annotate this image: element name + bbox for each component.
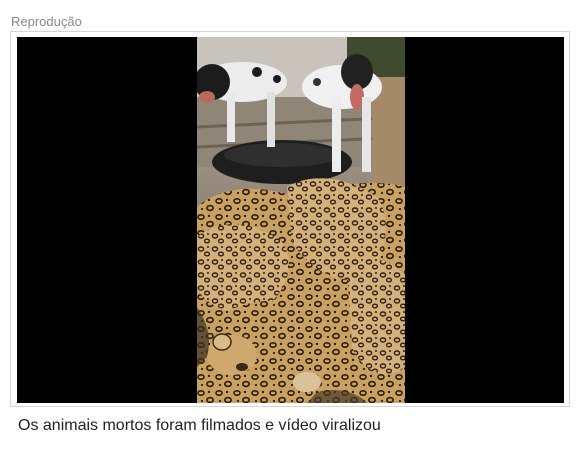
photo-credit: Reprodução: [11, 14, 82, 29]
photo-caption: Os animais mortos foram filmados e vídeo…: [18, 417, 381, 434]
video-still-image: [197, 37, 405, 403]
video-still: [197, 37, 405, 403]
photo-figure: [10, 31, 570, 407]
video-player[interactable]: [17, 37, 564, 403]
